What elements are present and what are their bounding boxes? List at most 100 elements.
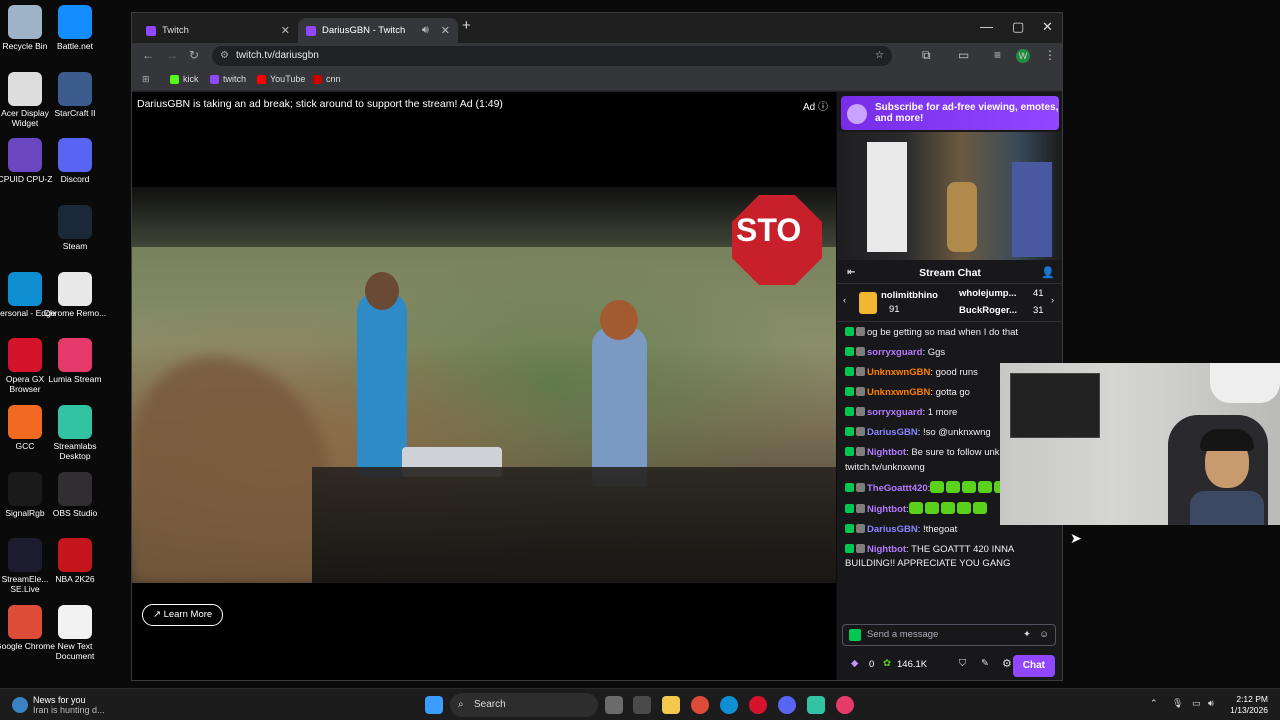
tab-search-icon[interactable]: ≡ <box>994 48 1001 62</box>
desktop-icon[interactable]: Chrome Remo... <box>42 272 108 318</box>
close-window-icon[interactable]: ✕ <box>1042 19 1053 35</box>
settings-gear-icon[interactable]: ⚙ <box>1002 657 1012 670</box>
extensions-icon[interactable]: ⧉ <box>922 48 931 63</box>
video-player[interactable]: DariusGBN is taking an ad break; stick a… <box>132 92 836 680</box>
tab-dariusgbn[interactable]: DariusGBN - Twitch 🔊︎ ✕ <box>298 18 458 43</box>
chat-send-button[interactable]: Chat <box>1012 655 1055 677</box>
app-icon <box>58 72 92 106</box>
verified-badge-icon <box>845 503 854 513</box>
leader-1-name: nolimitbhino <box>881 290 938 301</box>
desktop-icon-label: Battle.net <box>57 41 93 51</box>
file-explorer-icon[interactable] <box>662 696 680 714</box>
bits-count: 0 <box>869 659 875 670</box>
chat-username[interactable]: Nightbot <box>867 447 906 458</box>
preview-character <box>947 182 977 252</box>
desktop-icon[interactable]: Battle.net <box>42 5 108 51</box>
close-tab-icon[interactable]: ✕ <box>441 24 450 37</box>
reload-icon[interactable]: ↻ <box>189 48 199 62</box>
opera-taskbar-icon[interactable] <box>749 696 767 714</box>
users-icon[interactable]: 👤 <box>1041 262 1055 284</box>
site-info-icon[interactable]: ⚙ <box>220 46 229 66</box>
apps-grid-icon[interactable]: ⊞ <box>142 74 150 85</box>
forward-icon[interactable]: → <box>166 48 178 62</box>
bits-icon[interactable]: ◆ <box>851 658 858 669</box>
microphone-icon[interactable]: 🎙︎ <box>1172 698 1183 709</box>
desktop-icon[interactable]: OBS Studio <box>42 472 108 518</box>
minimize-icon[interactable]: — <box>980 19 993 34</box>
chat-username[interactable]: DariusGBN <box>867 427 918 438</box>
close-tab-icon[interactable]: ✕ <box>281 24 290 37</box>
desktop-icon[interactable]: Streamlabs Desktop <box>42 405 108 461</box>
news-widget[interactable]: News for you Iran is hunting d... <box>12 695 105 715</box>
webcam-shirt <box>1190 491 1264 525</box>
subscribe-banner[interactable]: Subscribe for ad-free viewing, emotes, a… <box>841 96 1059 130</box>
webcam-hair <box>1200 429 1254 451</box>
collapse-chat-icon[interactable]: ⇤ <box>847 266 855 280</box>
widgets-icon[interactable] <box>633 696 651 714</box>
chat-username[interactable]: UnknxwnGBN <box>867 387 930 398</box>
tab-twitch[interactable]: Twitch ✕ <box>138 18 298 43</box>
url-field[interactable]: ⚙ twitch.tv/dariusgbn ☆ <box>212 46 892 66</box>
chat-text: og be getting so mad when I do that <box>867 327 1019 338</box>
discord-taskbar-icon[interactable] <box>778 696 796 714</box>
cast-icon[interactable]: ▭ <box>958 48 969 62</box>
desktop-icon[interactable]: NBA 2K26 <box>42 538 108 584</box>
profile-avatar[interactable]: W <box>1016 49 1030 63</box>
desktop-icon[interactable]: Steam <box>42 205 108 251</box>
maximize-icon[interactable]: ▢ <box>1012 19 1024 35</box>
menu-icon[interactable]: ⋮ <box>1044 48 1056 62</box>
bookmark-star-icon[interactable]: ☆ <box>875 46 884 66</box>
chat-username[interactable]: sorryxguard <box>867 347 922 358</box>
edge-taskbar-icon[interactable] <box>720 696 738 714</box>
pen-icon[interactable]: ✎ <box>981 658 989 669</box>
verified-badge-icon <box>845 543 854 553</box>
chrome-taskbar-icon[interactable] <box>691 696 709 714</box>
leader-1-count: 91 <box>889 304 900 315</box>
sparkle-icon[interactable]: ✦ <box>1023 625 1031 645</box>
bookmark-twitch[interactable]: twitch <box>210 74 246 84</box>
mini-stream-preview[interactable] <box>837 132 1062 260</box>
streamlabs-taskbar-icon[interactable] <box>807 696 825 714</box>
chat-username[interactable]: Nightbot <box>867 544 906 555</box>
back-icon[interactable]: ← <box>142 48 154 62</box>
new-tab-icon[interactable]: + <box>462 17 471 34</box>
chat-input[interactable]: Send a message ✦ ☺ <box>842 624 1056 646</box>
desktop-icon[interactable]: Lumia Stream <box>42 338 108 384</box>
woman-figure <box>592 327 647 487</box>
sub-badge-icon <box>856 367 865 376</box>
clock[interactable]: 2:12 PM 1/13/2026 <box>1226 694 1268 716</box>
chat-username[interactable]: sorryxguard <box>867 407 922 418</box>
ad-label-text: Ad <box>802 102 816 113</box>
twitch-page: DariusGBN is taking an ad break; stick a… <box>132 92 1062 680</box>
desktop-icon[interactable]: New Text Document <box>42 605 108 661</box>
learn-more-button[interactable]: ↗ Learn More <box>142 604 224 626</box>
chat-username[interactable]: Nightbot <box>867 504 906 515</box>
mouse-cursor-icon: ➤ <box>1070 530 1082 546</box>
shield-icon[interactable]: ⛉ <box>959 658 966 669</box>
start-icon[interactable] <box>425 696 443 714</box>
bookmark-youtube[interactable]: YouTube <box>257 74 305 84</box>
verified-badge-icon <box>845 482 854 492</box>
emote-picker-icon[interactable]: ☺ <box>1039 625 1049 645</box>
chat-username[interactable]: UnknxwnGBN <box>867 367 930 378</box>
leader-2-name: wholejump... <box>959 288 1017 299</box>
bookmark-cnn[interactable]: cnn <box>313 74 341 84</box>
chat-username[interactable]: DariusGBN <box>867 524 918 535</box>
volume-icon[interactable]: 🔊︎ <box>1208 698 1214 709</box>
network-icon[interactable]: ▭ <box>1192 698 1201 709</box>
bookmark-kick[interactable]: kick <box>170 74 199 84</box>
leaderboard-prev-icon[interactable]: ‹ <box>843 295 846 306</box>
speaker-icon[interactable]: 🔊︎ <box>422 24 429 37</box>
desktop-icon[interactable]: StarCraft II <box>42 72 108 118</box>
chat-username[interactable]: TheGoattt420 <box>867 483 928 494</box>
taskbar-search[interactable]: ⌕ Search <box>450 693 598 717</box>
info-icon[interactable]: ⓘ <box>818 102 828 113</box>
verified-badge-icon <box>845 367 854 376</box>
desktop-icon-label: NBA 2K26 <box>55 574 95 584</box>
desktop-icon[interactable]: Discord <box>42 138 108 184</box>
task-view-icon[interactable] <box>605 696 623 714</box>
tray-chevron-icon[interactable]: ⌃ <box>1150 698 1158 709</box>
lumia-taskbar-icon[interactable] <box>836 696 854 714</box>
channel-points-icon[interactable]: ✿ <box>883 658 891 669</box>
leaderboard-next-icon[interactable]: › <box>1051 295 1054 306</box>
